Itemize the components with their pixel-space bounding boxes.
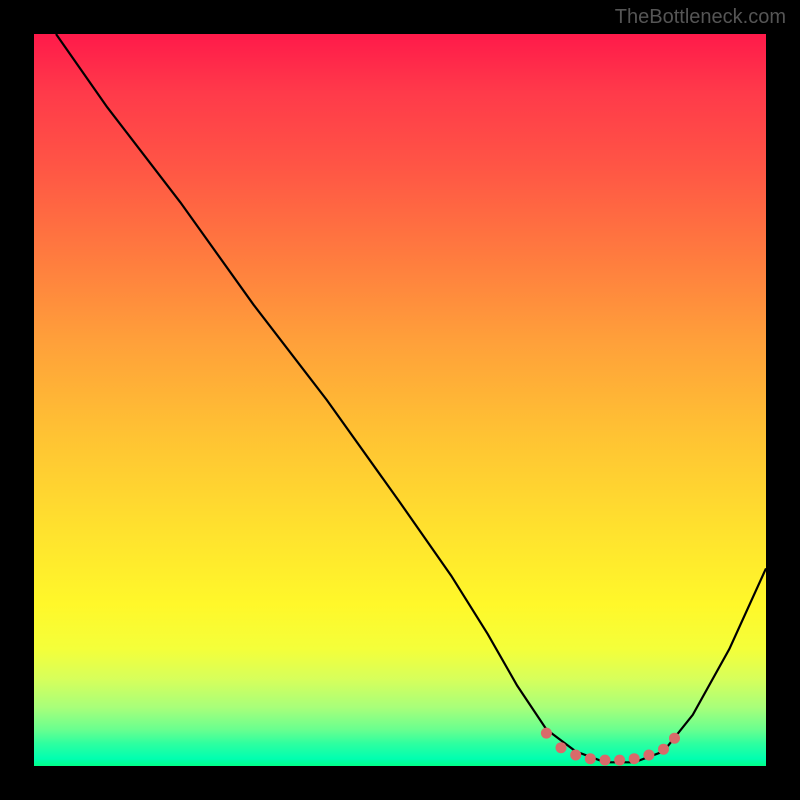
marker-dot (614, 755, 625, 766)
marker-dot (629, 753, 640, 764)
marker-dot (570, 750, 581, 761)
marker-dot (658, 744, 669, 755)
watermark-text: TheBottleneck.com (615, 6, 786, 29)
plot-area (34, 34, 766, 766)
marker-dot (643, 750, 654, 761)
marker-dot (541, 728, 552, 739)
marker-dot (669, 733, 680, 744)
main-curve (56, 34, 766, 762)
marker-group (541, 728, 680, 766)
marker-dot (600, 755, 611, 766)
marker-dot (585, 753, 596, 764)
curve-layer (34, 34, 766, 766)
marker-dot (556, 742, 567, 753)
